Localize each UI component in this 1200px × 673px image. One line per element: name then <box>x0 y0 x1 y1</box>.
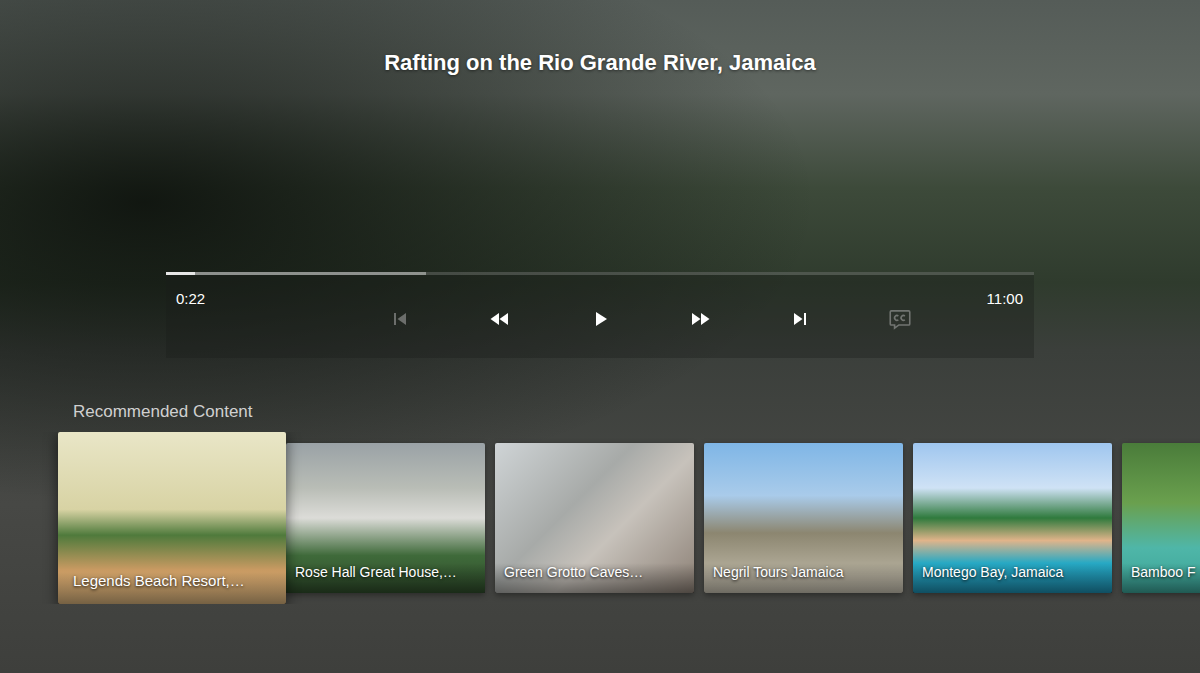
card-title: Montego Bay, Jamaica <box>913 563 1112 593</box>
card-title: Rose Hall Great House,… <box>286 563 485 593</box>
recommended-card[interactable]: Rose Hall Great House,… <box>286 443 485 593</box>
card-title: Legends Beach Resort,… <box>58 572 286 604</box>
card-title: Green Grotto Caves… <box>495 563 694 593</box>
control-row: 0:22 11:00 <box>166 275 1034 345</box>
video-title: Rafting on the Rio Grande River, Jamaica <box>0 50 1200 76</box>
closed-captions-icon <box>885 306 915 332</box>
duration-time: 11:00 <box>977 289 1034 309</box>
played-fill <box>166 272 195 275</box>
recommended-card[interactable]: Montego Bay, Jamaica <box>913 443 1112 593</box>
recommended-card[interactable]: Green Grotto Caves… <box>495 443 694 593</box>
skip-previous-button[interactable] <box>350 305 450 333</box>
progress-bar[interactable] <box>166 272 1034 275</box>
recommended-card[interactable]: Negril Tours Jamaica <box>704 443 903 593</box>
card-title: Negril Tours Jamaica <box>704 563 903 593</box>
rewind-button[interactable] <box>450 305 550 333</box>
elapsed-time: 0:22 <box>166 289 216 309</box>
recommended-card[interactable]: Legends Beach Resort,… <box>58 432 286 604</box>
recommended-section: Recommended Content Legends Beach Resort,… <box>0 402 1200 604</box>
fast-forward-icon <box>688 307 712 331</box>
play-icon <box>588 307 612 331</box>
skip-previous-icon <box>388 307 412 331</box>
playback-controls: 0:22 11:00 <box>166 272 1034 358</box>
buffered-fill <box>166 272 426 275</box>
recommended-row: Legends Beach Resort,…Rose Hall Great Ho… <box>0 432 1200 604</box>
recommended-card[interactable]: Bamboo F <box>1122 443 1200 593</box>
closed-captions-button[interactable] <box>850 305 950 333</box>
play-button[interactable] <box>550 305 650 333</box>
rewind-icon <box>488 307 512 331</box>
video-player-screen: Rafting on the Rio Grande River, Jamaica… <box>0 0 1200 673</box>
skip-next-button[interactable] <box>750 305 850 333</box>
fast-forward-button[interactable] <box>650 305 750 333</box>
transport-buttons <box>350 289 950 333</box>
recommended-heading: Recommended Content <box>73 402 1200 422</box>
skip-next-icon <box>788 307 812 331</box>
card-title: Bamboo F <box>1122 563 1200 593</box>
